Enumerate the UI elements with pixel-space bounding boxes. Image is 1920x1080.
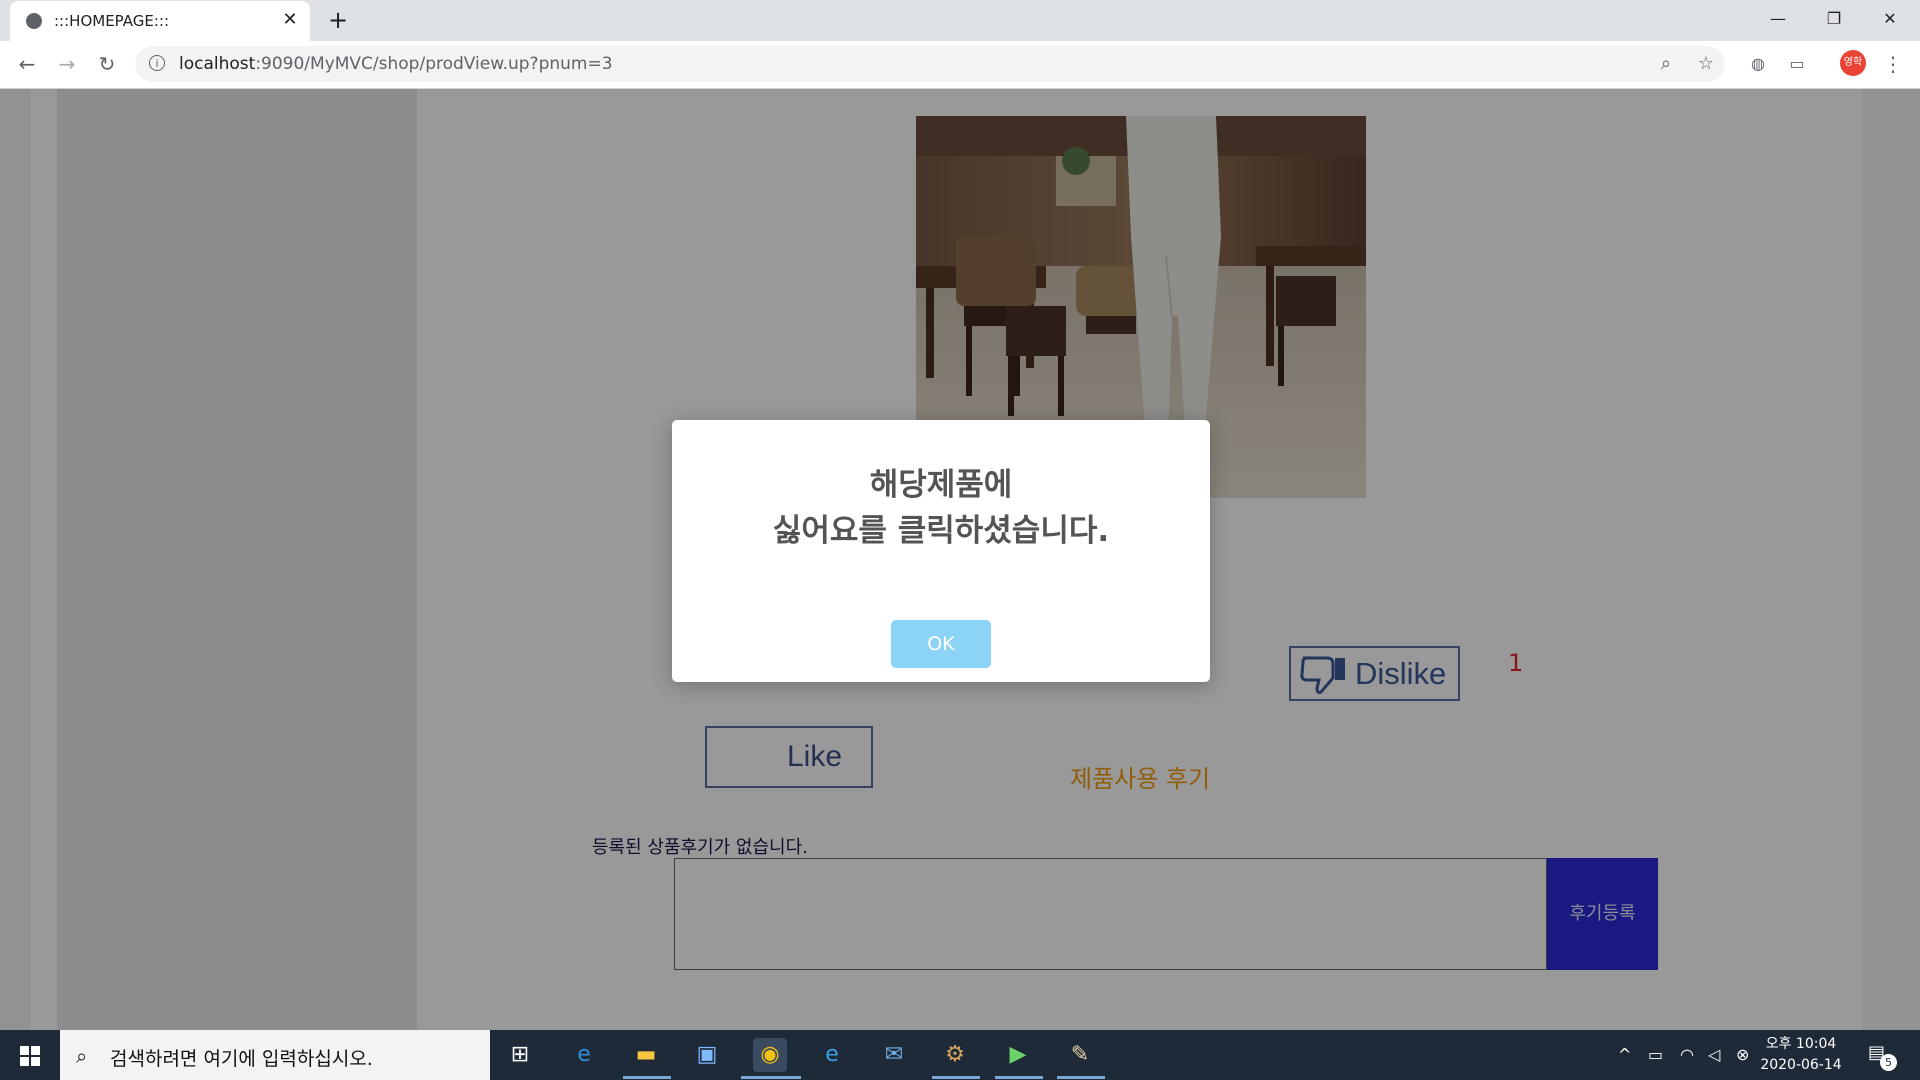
file-explorer-active-indicator [623,1076,671,1079]
gear-app-active-indicator [932,1076,980,1079]
gear-app-icon[interactable]: ⚙ [938,1038,972,1072]
wifi-icon[interactable]: ◠ [1680,1045,1694,1064]
media-player-active-indicator [995,1076,1043,1079]
edge-icon[interactable]: e [567,1038,601,1072]
search-icon: ⌕ [76,1044,88,1068]
globe-icon [26,13,42,29]
start-button[interactable] [0,1030,60,1080]
browser-menu-icon[interactable]: ⋮ [1880,49,1906,79]
battery-icon[interactable]: ▭ [1648,1045,1663,1064]
media-player-icon[interactable]: ▶ [1001,1038,1035,1072]
store-icon[interactable]: ▣ [690,1038,724,1072]
task-view-icon[interactable]: ⊞ [503,1038,537,1072]
paint-icon[interactable]: ✎ [1063,1038,1097,1072]
forward-button[interactable]: → [52,49,82,79]
bookmark-star-icon[interactable]: ☆ [1694,52,1718,76]
restore-button[interactable]: ❐ [1806,0,1862,38]
taskbar: ⌕ 검색하려면 여기에 입력하십시오. ⊞ e ▬ ▣ ◉ e ✉ ⚙ ▶ ✎ … [0,1030,1920,1080]
browser-tab-strip: :::HOMEPAGE::: ✕ + — ❐ ✕ [0,0,1920,41]
ok-button[interactable]: OK [891,620,991,668]
zoom-icon[interactable]: ⌕ [1654,52,1678,76]
address-bar[interactable]: i localhost:9090/MyMVC/shop/prodView.up?… [135,46,1725,82]
volume-icon[interactable]: ◁ [1708,1045,1720,1064]
file-explorer-icon[interactable]: ▬ [629,1038,663,1072]
notification-badge: 5 [1880,1054,1897,1071]
paint-active-indicator [1057,1076,1105,1079]
extension-icon[interactable]: ◍ [1747,55,1769,73]
mail-icon[interactable]: ✉ [877,1038,911,1072]
tab-title: :::HOMEPAGE::: [54,12,170,30]
network-error-icon[interactable]: ⊗ [1736,1045,1749,1064]
close-tab-icon[interactable]: ✕ [280,10,300,30]
chrome-icon[interactable]: ◉ [753,1038,787,1072]
internet-explorer-icon[interactable]: e [815,1038,849,1072]
cast-icon[interactable]: ▭ [1786,55,1808,73]
minimize-button[interactable]: — [1750,0,1806,38]
windows-logo-icon [20,1046,40,1066]
reload-button[interactable]: ↻ [92,49,122,79]
taskbar-search-box[interactable]: ⌕ 검색하려면 여기에 입력하십시오. [60,1030,490,1080]
clock-date: 2020-06-14 [1760,1057,1842,1073]
search-placeholder: 검색하려면 여기에 입력하십시오. [110,1048,373,1070]
alert-message: 해당제품에 싫어요를 클릭하셨습니다. [672,462,1210,554]
chrome-active-indicator [741,1076,801,1079]
url-text: localhost:9090/MyMVC/shop/prodView.up?pn… [179,54,613,74]
browser-toolbar: ← → ↻ i localhost:9090/MyMVC/shop/prodVi… [0,41,1920,89]
alert-message-line2: 싫어요를 클릭하셨습니다. [772,513,1110,549]
action-center-button[interactable]: ▤ 5 [1868,1042,1897,1071]
url-host: localhost [179,54,256,74]
page-content: Like Dislike 1 제품사용 후기 등록된 상품후기가 없습니다. 후… [0,89,1920,1030]
site-info-icon[interactable]: i [149,55,165,71]
profile-avatar[interactable]: 영학 [1840,50,1866,76]
back-button[interactable]: ← [12,49,42,79]
alert-message-line1: 해당제품에 [869,467,1013,503]
alert-modal: 해당제품에 싫어요를 클릭하셨습니다. OK [672,420,1210,682]
browser-tab[interactable]: :::HOMEPAGE::: ✕ [10,1,310,41]
clock-time: 오후 10:04 [1765,1036,1837,1052]
url-path: :9090/MyMVC/shop/prodView.up?pnum=3 [255,54,613,74]
taskbar-clock[interactable]: 오후 10:04 2020-06-14 [1758,1034,1844,1076]
tray-expand-icon[interactable]: ^ [1618,1045,1631,1064]
new-tab-button[interactable]: + [326,8,350,32]
close-window-button[interactable]: ✕ [1862,0,1918,38]
